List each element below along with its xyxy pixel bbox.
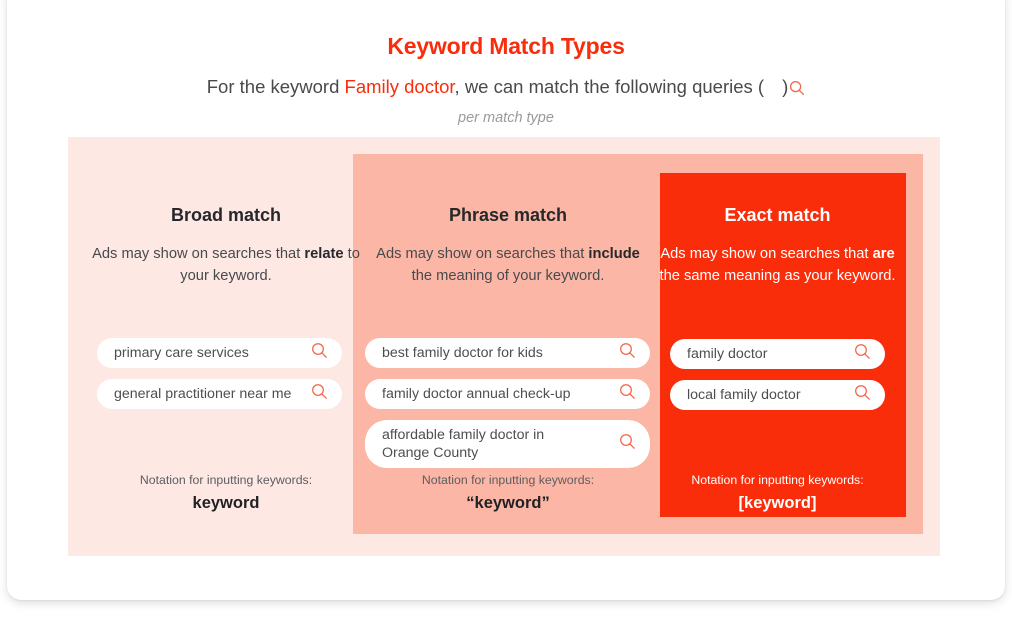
notation-label: Notation for inputting keywords:	[421, 473, 595, 487]
search-icon[interactable]	[619, 383, 636, 405]
panel-broad-match: Broad match Ads may show on searches tha…	[68, 137, 940, 556]
subtitle: For the keyword Family doctor, we can ma…	[7, 76, 1005, 101]
search-icon[interactable]	[311, 383, 328, 405]
column-exact: Exact match Ads may show on searches tha…	[654, 205, 901, 287]
subtitle-note: per match type	[458, 110, 554, 126]
query-pill[interactable]: best family doctor for kids	[365, 338, 650, 368]
column-broad: Broad match Ads may show on searches tha…	[92, 205, 360, 287]
content-card: Keyword Match Types For the keyword Fami…	[7, 0, 1005, 600]
query-text: best family doctor for kids	[382, 345, 543, 361]
notation-value: keyword	[192, 494, 260, 512]
query-list-exact: family doctor local family doctor	[670, 339, 885, 421]
query-text: family doctor	[687, 346, 768, 362]
search-icon[interactable]	[854, 384, 871, 406]
query-text: affordable family doctor in Orange Count…	[382, 427, 545, 461]
page-root: Keyword Match Types For the keyword Fami…	[0, 0, 1012, 619]
notation-value: “keyword”	[466, 494, 550, 512]
query-pill[interactable]: family doctor	[670, 339, 885, 369]
page-title: Keyword Match Types	[387, 33, 625, 59]
search-icon[interactable]	[619, 433, 636, 455]
column-heading-broad: Broad match	[170, 205, 282, 225]
column-phrase: Phrase match Ads may show on searches th…	[374, 205, 642, 287]
search-icon[interactable]	[854, 343, 871, 365]
query-list-phrase: best family doctor for kids family docto…	[365, 338, 650, 479]
search-icon[interactable]	[619, 342, 636, 364]
card-inner: Keyword Match Types For the keyword Fami…	[7, 0, 1005, 600]
desc-after: the same meaning as your keyword.	[659, 267, 896, 284]
query-pill[interactable]: affordable family doctor in Orange Count…	[365, 420, 650, 468]
query-pill[interactable]: primary care services	[97, 338, 342, 368]
desc-after: the meaning of your keyword.	[411, 267, 605, 284]
desc-bold: relate	[304, 246, 344, 262]
column-desc-exact: Ads may show on searches that are the sa…	[654, 244, 901, 287]
notation-label: Notation for inputting keywords:	[139, 473, 313, 487]
desc-before: Ads may show on searches that	[376, 246, 589, 262]
search-icon	[789, 79, 805, 101]
query-pill[interactable]: local family doctor	[670, 380, 885, 410]
column-desc-phrase: Ads may show on searches that include th…	[374, 244, 642, 287]
notation-broad: Notation for inputting keywords: keyword	[92, 473, 360, 513]
column-desc-broad: Ads may show on searches that relate to …	[92, 244, 360, 287]
query-text: local family doctor	[687, 387, 801, 403]
subtitle-suffix: )	[782, 76, 789, 97]
subtitle-prefix: For the keyword	[206, 76, 340, 97]
notation-phrase: Notation for inputting keywords: “keywor…	[374, 473, 642, 513]
query-pill[interactable]: family doctor annual check-up	[365, 379, 650, 409]
notation-label: Notation for inputting keywords:	[691, 473, 864, 487]
desc-before: Ads may show on searches that	[92, 246, 305, 262]
column-heading-exact: Exact match	[724, 205, 831, 225]
query-text: primary care services	[114, 345, 249, 361]
search-icon[interactable]	[311, 342, 328, 364]
subtitle-middle: , we can match the following queries (	[454, 76, 765, 97]
query-list-broad: primary care services general practition…	[97, 338, 342, 420]
query-text: family doctor annual check-up	[382, 386, 571, 402]
desc-bold: include	[588, 246, 640, 262]
subtitle-keyword: Family doctor	[344, 76, 455, 97]
desc-bold: are	[872, 246, 895, 262]
desc-before: Ads may show on searches that	[660, 246, 873, 262]
notation-value: [keyword]	[738, 494, 817, 512]
notation-exact: Notation for inputting keywords: [keywor…	[654, 473, 901, 513]
column-heading-phrase: Phrase match	[448, 205, 568, 225]
query-pill[interactable]: general practitioner near me	[97, 379, 342, 409]
query-text: general practitioner near me	[114, 386, 292, 402]
